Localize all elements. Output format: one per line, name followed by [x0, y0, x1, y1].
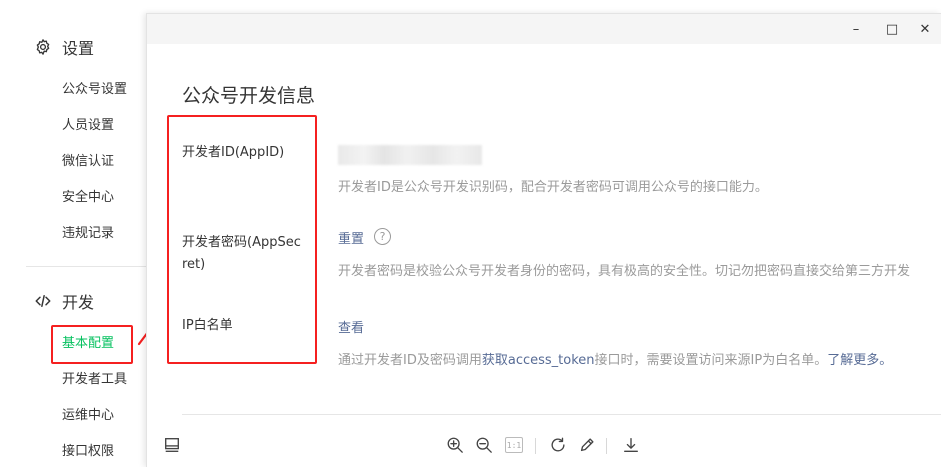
download-icon[interactable] — [620, 434, 642, 456]
sidebar-item-account-settings[interactable]: 公众号设置 — [62, 80, 127, 100]
code-icon — [34, 292, 52, 310]
ip-whitelist-label: IP白名单 — [182, 318, 233, 333]
sidebar-section-settings[interactable]: 设置 — [34, 35, 94, 59]
appsecret-description: 开发者密码是校验公众号开发者身份的密码，具有极高的安全性。切记勿把密码直接交给第… — [338, 264, 911, 279]
zoom-out-icon[interactable] — [473, 434, 495, 456]
appid-label: 开发者ID(AppID) — [182, 145, 285, 160]
appsecret-label: 开发者密码(AppSec ret) — [182, 232, 301, 276]
actual-size-label: 1:1 — [505, 437, 523, 453]
appsecret-label-line1: 开发者密码(AppSec — [182, 235, 301, 250]
sidebar-item-ops-center[interactable]: 运维中心 — [62, 406, 114, 426]
gear-icon — [34, 38, 52, 56]
close-button[interactable]: ✕ — [916, 20, 934, 38]
title-bar: – □ ✕ — [147, 14, 941, 44]
sidebar: 设置 公众号设置 人员设置 微信认证 安全中心 违规记录 开发 基本配置 开发者… — [0, 0, 146, 467]
sidebar-divider — [26, 266, 146, 267]
help-icon[interactable]: ? — [374, 228, 391, 245]
sidebar-item-violation-records[interactable]: 违规记录 — [62, 224, 114, 244]
edit-icon[interactable] — [576, 434, 598, 456]
viewer-toolbar: 1:1 — [147, 426, 941, 467]
ip-desc-prefix: 通过开发者ID及密码调用 — [338, 353, 482, 368]
toolbar-separator — [535, 438, 536, 454]
sidebar-item-api-permissions[interactable]: 接口权限 — [62, 442, 114, 462]
appid-value-redacted — [338, 145, 482, 165]
rotate-icon[interactable] — [547, 434, 569, 456]
sidebar-section-develop[interactable]: 开发 — [34, 289, 94, 313]
sidebar-section-settings-label: 设置 — [62, 39, 95, 58]
ip-whitelist-description: 通过开发者ID及密码调用获取access_token接口时，需要设置访问来源IP… — [338, 349, 892, 368]
access-token-link[interactable]: 获取access_token — [482, 353, 595, 368]
maximize-button[interactable]: □ — [883, 20, 901, 38]
sidebar-item-wechat-verification[interactable]: 微信认证 — [62, 152, 114, 172]
actual-size-icon: 1:1 — [503, 434, 525, 456]
appid-description: 开发者ID是公众号开发识别码，配合开发者密码可调用公众号的接口能力。 — [338, 180, 768, 195]
reset-secret-link[interactable]: 重置 — [338, 228, 364, 247]
page-title: 公众号开发信息 — [182, 85, 316, 107]
viewer-panel: – □ ✕ 公众号开发信息 开发者ID(AppID) 开发者ID是公众号开发识别… — [146, 13, 941, 467]
ip-desc-middle: 接口时，需要设置访问来源IP为白名单。 — [594, 353, 828, 368]
sidebar-section-develop-label: 开发 — [62, 293, 95, 312]
sidebar-item-staff-settings[interactable]: 人员设置 — [62, 116, 114, 136]
zoom-in-icon[interactable] — [444, 434, 466, 456]
content-divider — [182, 414, 941, 415]
minimize-button[interactable]: – — [847, 20, 865, 38]
view-whitelist-link[interactable]: 查看 — [338, 317, 364, 336]
appsecret-label-line2: ret) — [182, 257, 206, 272]
annotation-highlight-box — [51, 325, 133, 364]
sidebar-item-developer-tools[interactable]: 开发者工具 — [62, 370, 127, 390]
toolbar-separator — [606, 438, 607, 454]
learn-more-link[interactable]: 了解更多。 — [827, 353, 892, 368]
sidebar-item-security-center[interactable]: 安全中心 — [62, 188, 114, 208]
panel-toggle-icon[interactable] — [161, 434, 183, 456]
